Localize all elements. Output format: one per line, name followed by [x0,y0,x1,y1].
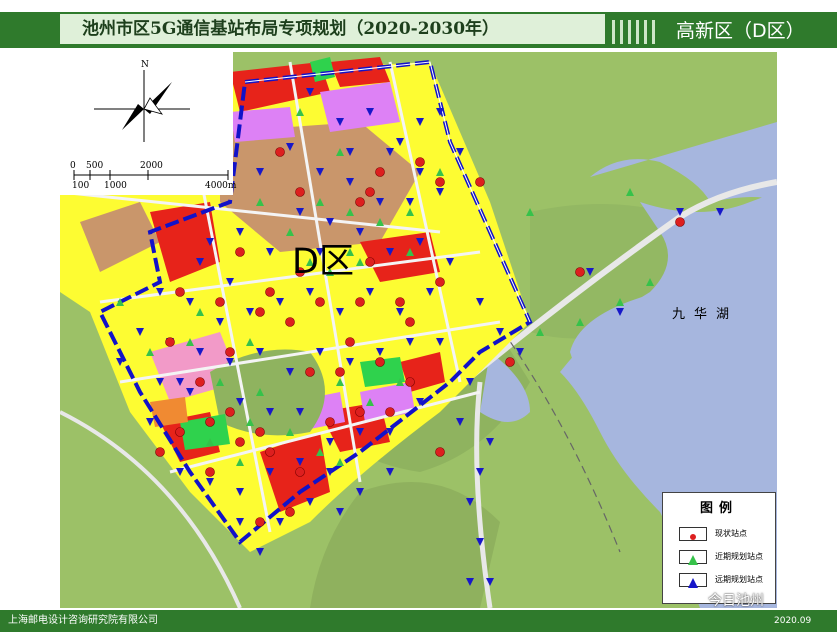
existing-site-icon [365,187,375,197]
existing-site-icon [505,357,515,367]
legend-label: 现状站点 [715,529,747,538]
existing-site-icon [235,437,245,447]
existing-site-icon [435,177,445,187]
green-triangle-icon [679,550,707,565]
existing-site-icon [435,447,445,457]
existing-site-icon [335,367,345,377]
legend-title: 图例 [699,501,738,516]
existing-site-icon [355,297,365,307]
existing-site-icon [255,517,265,527]
scale-tick: 0 [70,161,76,171]
legend-label: 远期规划站点 [715,575,763,584]
scale-tick: 4000m [205,181,237,191]
orange-zone [150,397,188,427]
existing-site-icon [255,307,265,317]
legend-item: 远期规划站点 [679,573,775,589]
existing-site-icon [405,377,415,387]
existing-site-icon [225,347,235,357]
scale-tick: 100 [72,181,90,191]
existing-site-icon [155,447,165,457]
header-bar: 池州市区5G通信基站布局专项规划（2020-2030年） 高新区（D区） [0,0,837,52]
existing-site-icon [675,217,685,227]
existing-site-icon [385,407,395,417]
footer-bar: 上海邮电设计咨询研究院有限公司 2020.09 [0,608,837,634]
existing-site-icon [295,467,305,477]
existing-site-icon [225,407,235,417]
existing-site-icon [345,337,355,347]
compass-rose-icon [73,70,229,180]
existing-site-icon [215,297,225,307]
legend-item: 现状站点 [679,527,775,543]
existing-site-icon [365,257,375,267]
blue-triangle-icon [679,573,707,588]
existing-site-icon [265,287,275,297]
existing-site-icon [355,407,365,417]
existing-site-icon [325,417,335,427]
scale-tick: 1000 [104,181,127,191]
existing-site-icon [305,367,315,377]
scale-tick: 500 [86,161,104,171]
existing-site-icon [295,187,305,197]
scale-tick: 2000 [140,161,163,171]
organization-name: 上海邮电设计咨询研究院有限公司 [8,615,158,626]
existing-site-icon [235,247,245,257]
district-name: 高新区（D区） [676,20,805,42]
existing-site-icon [205,417,215,427]
existing-site-icon [175,427,185,437]
existing-site-icon [315,297,325,307]
existing-site-icon [195,377,205,387]
map-legend: 图例 现状站点 近期规划站点 远期规划站点 [662,492,776,604]
page-title: 池州市区5G通信基站布局专项规划（2020-2030年） [60,14,605,44]
district-label: D区 [292,242,354,282]
red-circle-icon [679,527,707,541]
existing-site-icon [375,167,385,177]
existing-site-icon [275,147,285,157]
existing-site-icon [175,287,185,297]
north-arrow-scale-panel: N 0 500 2000 100 1000 4000m [60,52,237,195]
existing-site-icon [285,317,295,327]
existing-site-icon [265,447,275,457]
existing-site-icon [375,357,385,367]
existing-site-icon [255,427,265,437]
existing-site-icon [395,297,405,307]
existing-site-icon [415,157,425,167]
header-stripes [612,20,668,44]
watermark-text: 今日池州 [708,593,764,609]
existing-site-icon [405,317,415,327]
existing-site-icon [205,467,215,477]
footer-date: 2020.09 [774,616,812,626]
legend-label: 近期规划站点 [715,552,763,561]
existing-site-icon [165,337,175,347]
existing-site-icon [475,177,485,187]
existing-site-icon [575,267,585,277]
legend-item: 近期规划站点 [679,550,775,566]
lake-label: 九华湖 [672,307,739,322]
existing-site-icon [355,197,365,207]
existing-site-icon [285,507,295,517]
existing-site-icon [435,277,445,287]
